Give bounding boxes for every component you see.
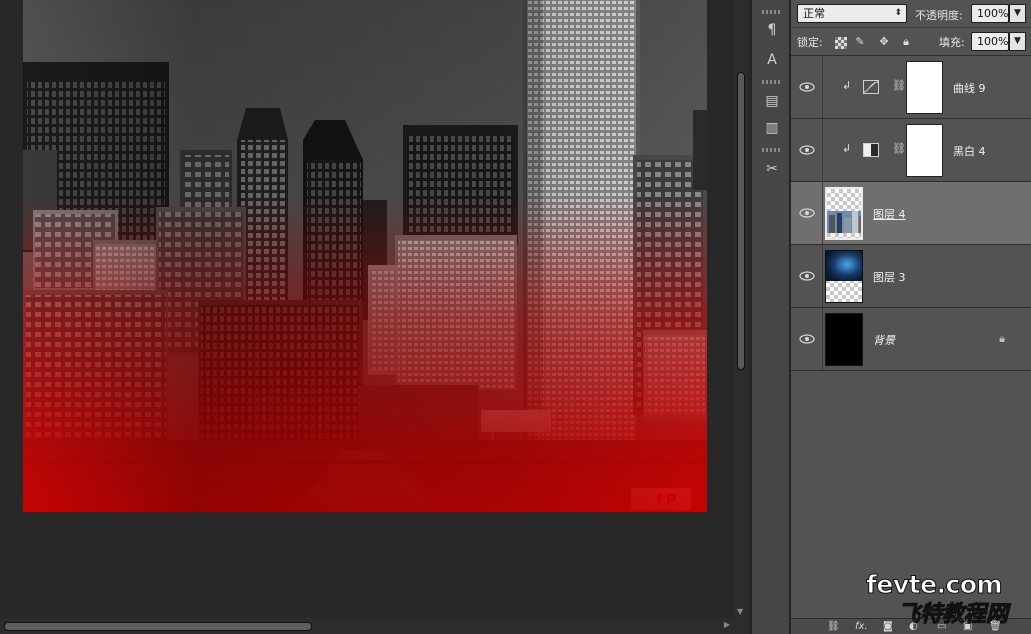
fill-label: 填充: <box>939 36 965 49</box>
eye-icon[interactable] <box>799 81 815 93</box>
city-photo: ↑P <box>23 0 707 512</box>
layers-options-row-1: 正常 ⬍ 不透明度: 100% ▼ <box>791 0 1031 28</box>
link-chain-icon[interactable]: ⛓ <box>892 142 906 155</box>
lock-all-icon[interactable]: 🔒︎ <box>900 36 912 48</box>
eye-icon[interactable] <box>799 207 815 219</box>
divider <box>822 119 823 181</box>
horizontal-scrollbar[interactable]: ▶ <box>0 618 748 634</box>
grip-icon[interactable] <box>762 80 780 84</box>
curves-icon[interactable] <box>863 80 879 94</box>
grip-icon[interactable] <box>762 148 780 152</box>
opacity-field[interactable]: 100% <box>971 4 1009 23</box>
layer-name[interactable]: 图层 4 <box>873 206 906 222</box>
horizontal-scroll-thumb[interactable] <box>4 622 312 631</box>
canvas-area[interactable]: ↑P ▼ <box>0 0 748 618</box>
fill-slider-button[interactable]: ▼ <box>1009 32 1026 51</box>
clipping-arrow-icon: ↲ <box>842 142 852 155</box>
scroll-right-icon[interactable]: ▶ <box>724 620 730 629</box>
properties-icon[interactable]: ▤ <box>762 91 782 111</box>
eye-icon[interactable] <box>799 144 815 156</box>
notes-icon[interactable]: ▥ <box>762 118 782 138</box>
eye-icon[interactable] <box>799 333 815 345</box>
layer-name[interactable]: 黑白 4 <box>953 143 986 159</box>
divider <box>822 245 823 307</box>
lock-image-pixels-icon[interactable]: ✎ <box>854 36 866 48</box>
lock-label: 锁定: <box>797 36 823 49</box>
watermark-line-2: 飞特教程网 <box>897 602 1009 628</box>
clipping-arrow-icon: ↲ <box>842 79 852 92</box>
layer-row-layer-4[interactable]: 图层 4 <box>791 182 1031 245</box>
fill-value: 100% <box>977 35 1009 48</box>
black-white-icon[interactable] <box>863 143 879 157</box>
scroll-down-icon[interactable]: ▼ <box>737 607 743 616</box>
layer-row-layer-3[interactable]: 图层 3 <box>791 245 1031 308</box>
blend-mode-dropdown[interactable]: 正常 ⬍ <box>797 4 907 23</box>
divider <box>822 308 823 370</box>
opacity-value: 100% <box>977 7 1009 20</box>
layer-row-black-white[interactable]: ↲ ⛓ 黑白 4 <box>791 119 1031 182</box>
vertical-scroll-thumb[interactable] <box>737 72 745 370</box>
layer-thumbnail-blue-cloud[interactable] <box>825 250 863 303</box>
document-image[interactable]: ↑P <box>23 0 707 512</box>
layer-name[interactable]: 曲线 9 <box>953 80 986 96</box>
layer-mask-thumbnail[interactable] <box>906 124 943 177</box>
panel-icon-strip: ¶ A ▤ ▥ ✂ <box>751 0 790 634</box>
dropdown-arrows-icon: ⬍ <box>894 8 902 18</box>
vertical-scrollbar[interactable]: ▼ <box>734 0 748 618</box>
layers-options-row-2: 锁定: ✎ ✥ 🔒︎ 填充: 100% ▼ <box>791 28 1031 56</box>
link-layers-icon[interactable]: ⛓ <box>827 621 840 632</box>
eye-icon[interactable] <box>799 270 815 282</box>
grip-icon[interactable] <box>762 10 780 14</box>
layer-mask-thumbnail[interactable] <box>906 61 943 114</box>
layer-name[interactable]: 图层 3 <box>873 269 906 285</box>
link-chain-icon[interactable]: ⛓ <box>892 79 906 92</box>
lock-transparent-pixels-icon[interactable] <box>835 37 847 49</box>
paragraph-icon[interactable]: ¶ <box>762 20 782 40</box>
divider <box>822 56 823 118</box>
opacity-label: 不透明度: <box>915 9 963 22</box>
watermark-logo: fevte.com 飞特教程网 <box>865 570 1026 630</box>
lock-position-icon[interactable]: ✥ <box>878 36 890 48</box>
layer-name[interactable]: 背景 <box>873 332 895 348</box>
watermark-line-1: fevte.com <box>865 570 1003 600</box>
layers-panel: 正常 ⬍ 不透明度: 100% ▼ 锁定: ✎ ✥ 🔒︎ 填充: 100% ▼ … <box>791 0 1031 634</box>
lock-icon: 🔒︎ <box>999 332 1005 345</box>
opacity-slider-button[interactable]: ▼ <box>1009 4 1026 23</box>
layer-row-background[interactable]: 背景 🔒︎ <box>791 308 1031 371</box>
layer-thumbnail-city[interactable] <box>825 187 863 240</box>
layer-row-curves[interactable]: ↲ ⛓ 曲线 9 <box>791 56 1031 119</box>
layer-thumbnail-black[interactable] <box>825 313 863 366</box>
layer-list: ↲ ⛓ 曲线 9 ↲ ⛓ 黑白 4 图层 4 图层 3 背景 🔒︎ <box>791 56 1031 371</box>
fill-field[interactable]: 100% <box>971 32 1009 51</box>
blend-mode-value: 正常 <box>803 7 825 20</box>
tools-icon[interactable]: ✂ <box>762 159 782 179</box>
divider <box>822 182 823 244</box>
character-icon[interactable]: A <box>762 50 782 70</box>
